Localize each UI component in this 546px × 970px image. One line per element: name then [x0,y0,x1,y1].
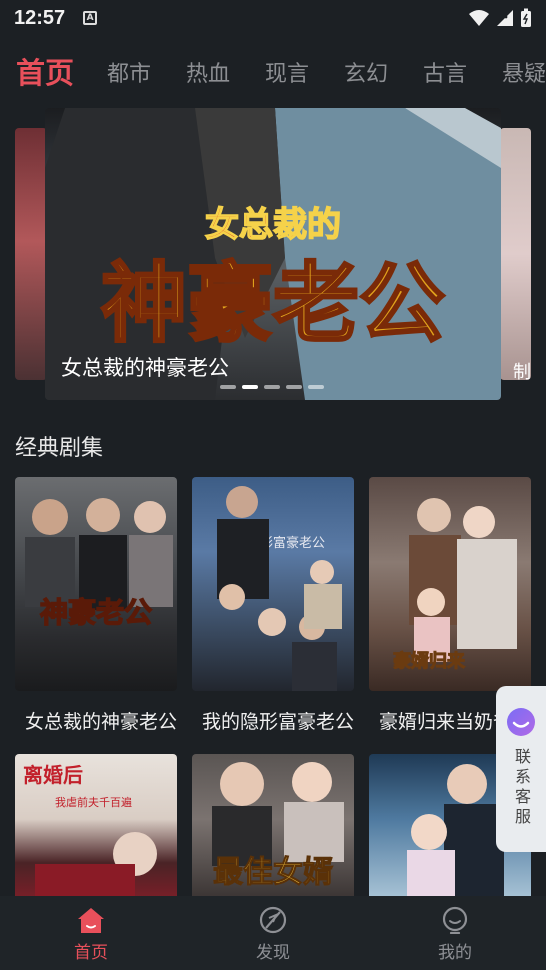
carousel-dot[interactable] [220,385,236,389]
section-title: 经典剧集 [15,436,104,461]
poster-title-text: 神豪老公 [40,596,152,629]
bottom-nav: 首页 发现 我的 [0,896,546,970]
banner-next-card[interactable]: 制 [500,128,531,380]
banner-carousel[interactable]: 制 女总裁的 神豪老公 女总裁的神豪老公 [0,108,546,400]
profile-icon [442,906,468,934]
wifi-icon [469,10,489,26]
drama-title: 我的隐形富豪老公 [202,711,354,733]
home-icon [78,908,104,933]
poster-title-text: 豪婿归来 [393,650,466,672]
nav-profile-label: 我的 [438,943,472,963]
drama-grid-row-1: 神豪老公 女总裁的神豪老公 我的隐形富豪老公 我的隐形富豪老公 豪婿归来 豪婿归… [15,477,531,734]
drama-card[interactable]: 我的隐形富豪老公 我的隐形富豪老公 [192,477,354,734]
poster-title-text: 最佳女婿 [213,855,333,890]
banner-caption: 女总裁的神豪老公 [61,356,229,380]
drama-poster[interactable]: 豪婿归来 [369,477,531,691]
discover-icon [259,906,287,934]
nav-discover-label: 发现 [256,943,290,963]
tab-home[interactable]: 首页 [16,50,74,92]
nav-discover[interactable]: 发现 [182,896,364,970]
drama-card[interactable]: 神豪老公 女总裁的神豪老公 [15,477,177,734]
battery-icon [521,8,531,27]
banner-next-caption: 制 [513,362,531,380]
poster-subtitle-text: 我虐前夫千百遍 [55,795,132,809]
nav-home-label: 首页 [74,943,108,963]
notification-a-icon: A [83,11,98,25]
poster-artwork: 我的隐形富豪老公 [217,486,342,691]
tab-modern-romance[interactable]: 现言 [265,56,309,88]
poster-artwork: 离婚后 我虐前夫千百遍 [23,763,157,899]
nav-home[interactable]: 首页 [0,896,182,970]
carousel-dot[interactable] [264,385,280,389]
drama-poster[interactable]: 我的隐形富豪老公 [192,477,354,691]
status-bar: 12:57 A [0,0,546,36]
category-tabs: 首页 都市 热血 现言 玄幻 古言 悬疑 [0,50,546,98]
status-icons [468,8,532,28]
carousel-dot-active[interactable] [242,385,258,389]
banner-slide[interactable]: 女总裁的 神豪老公 女总裁的神豪老公 [45,108,501,400]
banner-prev-card[interactable] [15,128,47,380]
tab-ancient-romance[interactable]: 古言 [423,56,467,88]
banner-title-line1: 女总裁的 [205,205,341,245]
drama-card[interactable]: 最佳女婿 [192,754,354,899]
carousel-dot[interactable] [308,385,324,389]
poster-artwork: 豪婿归来 [393,498,517,673]
customer-service-icon [507,708,535,736]
drama-poster[interactable]: 离婚后 我虐前夫千百遍 [15,754,177,899]
status-time: 12:57 [14,6,66,29]
poster-title-text: 离婚后 [23,763,83,787]
tab-fantasy[interactable]: 玄幻 [344,56,388,88]
signal-icon [497,10,513,26]
banner-title-line2: 神豪老公 [101,254,445,354]
customer-service-label: 联系客服 [512,748,531,828]
tab-action[interactable]: 热血 [186,56,230,88]
drama-title: 女总裁的神豪老公 [25,711,177,733]
carousel-dot[interactable] [286,385,302,389]
tab-suspense[interactable]: 悬疑 [502,56,546,88]
drama-card[interactable]: 离婚后 我虐前夫千百遍 [15,754,177,899]
carousel-dots [220,385,324,389]
tab-city[interactable]: 都市 [107,56,151,88]
drama-poster[interactable]: 神豪老公 [15,477,177,691]
poster-artwork: 最佳女婿 [212,762,344,891]
drama-poster[interactable]: 最佳女婿 [192,754,354,899]
nav-profile[interactable]: 我的 [364,896,546,970]
poster-artwork: 神豪老公 [25,498,173,630]
customer-service-button[interactable]: 联系客服 [496,686,546,852]
drama-grid-row-2: 离婚后 我虐前夫千百遍 最佳女婿 [15,754,531,899]
